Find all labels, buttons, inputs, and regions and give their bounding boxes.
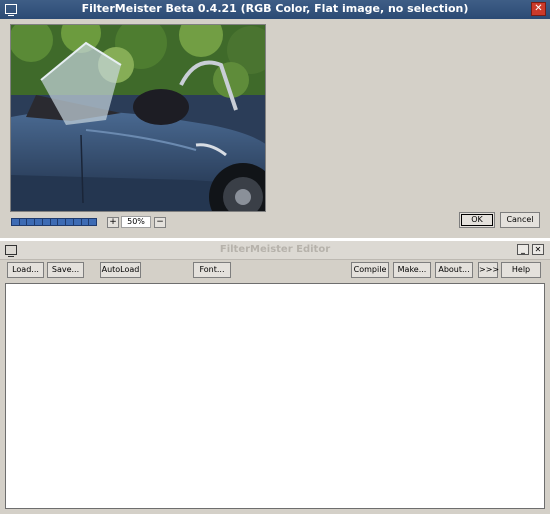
zoom-level: 50% <box>121 216 151 228</box>
editor-toolbar: Load... Save... AutoLoad Font... Compile… <box>0 259 550 281</box>
filtermeister-editor: FilterMeister Editor _ ✕ Load... Save...… <box>0 241 550 514</box>
zoom-out-button[interactable]: − <box>154 217 166 228</box>
ok-button[interactable]: OK <box>459 212 495 228</box>
more-button[interactable]: >>> <box>478 262 499 278</box>
help-button[interactable]: Help <box>501 262 541 278</box>
about-button[interactable]: About... <box>435 262 473 278</box>
minimize-button[interactable]: _ <box>517 244 529 255</box>
make-button[interactable]: Make... <box>393 262 431 278</box>
dialog-title: FilterMeister Beta 0.4.21 (RGB Color, Fl… <box>81 2 469 15</box>
autoload-button[interactable]: AutoLoad <box>100 262 141 278</box>
progress-bar <box>11 218 97 226</box>
editor-close-button[interactable]: ✕ <box>532 244 544 255</box>
dialog-titlebar[interactable]: FilterMeister Beta 0.4.21 (RGB Color, Fl… <box>0 0 550 19</box>
image-preview[interactable] <box>10 24 266 212</box>
zoom-in-button[interactable]: + <box>107 217 119 228</box>
filtermeister-dialog: FilterMeister Beta 0.4.21 (RGB Color, Fl… <box>0 0 550 238</box>
editor-titlebar[interactable]: FilterMeister Editor _ ✕ <box>0 241 550 260</box>
editor-title: FilterMeister Editor <box>219 244 331 255</box>
dialog-close-button[interactable]: ✕ <box>531 2 546 16</box>
code-editor[interactable] <box>5 283 545 509</box>
car-photo <box>11 25 265 211</box>
compile-button[interactable]: Compile <box>351 262 389 278</box>
load-button[interactable]: Load... <box>7 262 44 278</box>
save-button[interactable]: Save... <box>47 262 84 278</box>
cancel-button[interactable]: Cancel <box>500 212 540 228</box>
font-button[interactable]: Font... <box>193 262 231 278</box>
